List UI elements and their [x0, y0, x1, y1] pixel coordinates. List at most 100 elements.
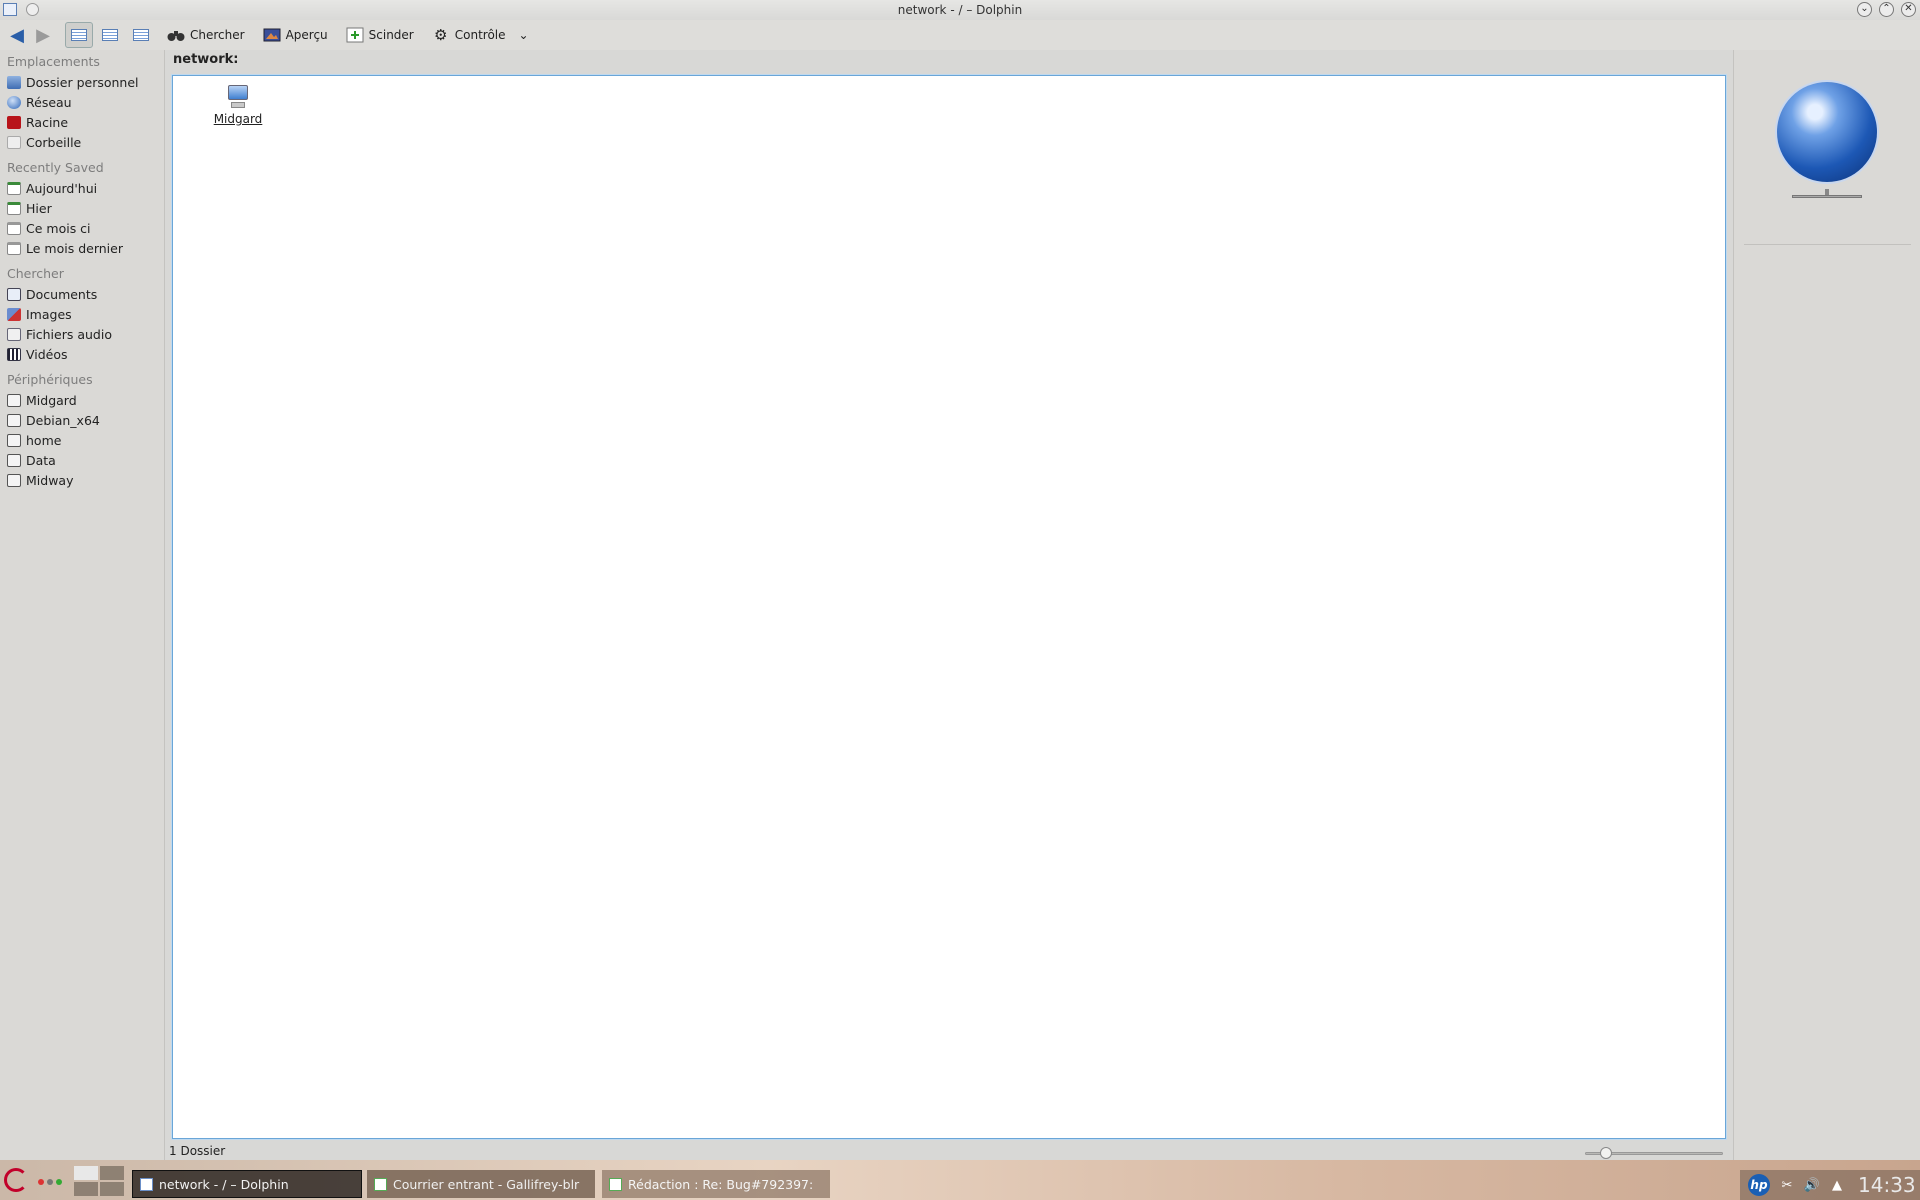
sidebar-item-network[interactable]: Réseau	[0, 92, 164, 112]
calendar-last-month-icon	[7, 241, 21, 255]
window-buttons: ⌄ ⌃ ✕	[1857, 2, 1916, 17]
sidebar-item-label: Midgard	[26, 392, 77, 408]
images-icon	[7, 307, 21, 321]
sidebar-item-audio[interactable]: Fichiers audio	[0, 324, 164, 344]
preview-button-label: Aperçu	[285, 28, 328, 42]
klipper-scissors-icon[interactable]: ✂	[1779, 1177, 1795, 1193]
sidebar-item-device-debian[interactable]: Debian_x64	[0, 410, 164, 430]
sidebar-item-device-home[interactable]: home	[0, 430, 164, 450]
sidebar-item-home[interactable]: Dossier personnel	[0, 72, 164, 92]
file-item-label: Midgard	[213, 112, 263, 126]
pager-desktop-1[interactable]	[74, 1166, 98, 1180]
clock[interactable]: 14:33	[1858, 1173, 1916, 1197]
icons-view-button[interactable]	[65, 22, 93, 48]
close-button[interactable]: ✕	[1901, 2, 1916, 17]
location-bar[interactable]: network:	[173, 52, 238, 67]
dolphin-app-icon[interactable]	[3, 3, 17, 16]
drive-icon	[7, 413, 21, 427]
sidebar-item-label: Hier	[26, 200, 52, 216]
back-button[interactable]: ◀	[4, 23, 30, 47]
sidebar-item-root[interactable]: Racine	[0, 112, 164, 132]
split-button[interactable]: Scinder	[340, 22, 420, 48]
root-folder-icon	[7, 115, 21, 129]
sidebar-item-label: Ce mois ci	[26, 220, 91, 236]
maximize-button[interactable]: ⌃	[1879, 2, 1894, 17]
chevron-down-icon: ⌄	[518, 28, 529, 42]
sidebar-item-device-data[interactable]: Data	[0, 450, 164, 470]
sidebar-item-yesterday[interactable]: Hier	[0, 198, 164, 218]
info-divider	[1744, 244, 1911, 245]
sidebar-item-trash[interactable]: Corbeille	[0, 132, 164, 152]
task-label: Courrier entrant - Gallifrey-blr	[393, 1176, 580, 1192]
drive-icon	[7, 433, 21, 447]
sidebar-item-images[interactable]: Images	[0, 304, 164, 324]
details-view-button[interactable]	[127, 22, 155, 48]
task-mail-inbox[interactable]: Courrier entrant - Gallifrey-blr	[367, 1170, 595, 1198]
calendar-yesterday-icon	[7, 201, 21, 215]
sidebar-item-label: Data	[26, 452, 56, 468]
pin-icon[interactable]	[26, 3, 39, 16]
sidebar-item-device-midgard[interactable]: Midgard	[0, 390, 164, 410]
zoom-slider-handle[interactable]	[1600, 1147, 1613, 1159]
sidebar-item-label: Le mois dernier	[26, 240, 123, 256]
compact-view-button[interactable]	[96, 22, 124, 48]
debian-menu-icon[interactable]	[4, 1168, 28, 1192]
calendar-month-icon	[7, 221, 21, 235]
system-tray: hp ✂ 🔊 ▲ 14:33	[1740, 1170, 1920, 1200]
binoculars-icon	[167, 27, 185, 43]
file-view[interactable]: Midgard	[172, 75, 1726, 1139]
file-item-midgard[interactable]: Midgard	[206, 84, 270, 126]
volume-icon[interactable]: 🔊	[1804, 1177, 1820, 1193]
task-mail-compose[interactable]: Rédaction : Re: Bug#792397:	[602, 1170, 830, 1198]
sidebar-item-last-month[interactable]: Le mois dernier	[0, 238, 164, 258]
sidebar-item-this-month[interactable]: Ce mois ci	[0, 218, 164, 238]
pager-desktop-2[interactable]	[100, 1166, 124, 1180]
calendar-today-icon	[7, 181, 21, 195]
sidebar-item-label: Images	[26, 306, 72, 322]
task-label: network - / – Dolphin	[159, 1176, 289, 1192]
information-panel	[1733, 50, 1920, 1160]
search-heading: Chercher	[7, 266, 64, 281]
drive-icon	[7, 473, 21, 487]
recent-heading: Recently Saved	[7, 160, 104, 175]
task-dolphin[interactable]: network - / – Dolphin	[132, 1170, 362, 1198]
sidebar-item-today[interactable]: Aujourd'hui	[0, 178, 164, 198]
search-button-label: Chercher	[190, 28, 245, 42]
control-button-label: Contrôle	[454, 28, 506, 42]
sidebar-item-label: Vidéos	[26, 346, 68, 362]
places-heading: Emplacements	[7, 54, 100, 69]
expand-tray-icon[interactable]: ▲	[1829, 1177, 1845, 1193]
details-view-icon	[133, 29, 149, 41]
desktop-pager[interactable]	[74, 1166, 124, 1196]
minimize-button[interactable]: ⌄	[1857, 2, 1872, 17]
forward-button[interactable]: ▶	[30, 23, 56, 47]
sidebar-item-label: Midway	[26, 472, 74, 488]
network-icon	[7, 95, 21, 109]
task-label: Rédaction : Re: Bug#792397:	[628, 1176, 814, 1192]
hp-printer-icon[interactable]: hp	[1748, 1174, 1770, 1196]
control-button[interactable]: ⚙ Contrôle ⌄	[426, 22, 535, 48]
compact-view-icon	[102, 29, 118, 41]
sidebar-item-label: home	[26, 432, 62, 448]
sidebar-item-documents[interactable]: Documents	[0, 284, 164, 304]
zoom-slider[interactable]	[1585, 1147, 1723, 1159]
activity-dots-icon[interactable]	[38, 1179, 62, 1185]
window-titlebar[interactable]: network - / – Dolphin ⌄ ⌃ ✕	[0, 0, 1920, 20]
preview-button[interactable]: Aperçu	[257, 22, 334, 48]
sidebar-item-videos[interactable]: Vidéos	[0, 344, 164, 364]
globe-stand	[1792, 189, 1862, 201]
icons-view-icon	[71, 29, 87, 41]
search-button[interactable]: Chercher	[161, 22, 251, 48]
sidebar-item-device-midway[interactable]: Midway	[0, 470, 164, 490]
gear-icon: ⚙	[434, 26, 448, 44]
preview-icon	[263, 27, 281, 43]
back-arrow-icon: ◀	[10, 24, 24, 46]
compose-task-icon	[609, 1177, 622, 1191]
forward-arrow-icon: ▶	[36, 24, 50, 46]
places-panel: Emplacements Dossier personnel Réseau Ra…	[0, 50, 165, 1160]
pager-desktop-3[interactable]	[74, 1182, 98, 1196]
pager-desktop-4[interactable]	[100, 1182, 124, 1196]
window-title: network - / – Dolphin	[897, 3, 1023, 17]
drive-icon	[7, 393, 21, 407]
split-icon	[346, 27, 364, 43]
